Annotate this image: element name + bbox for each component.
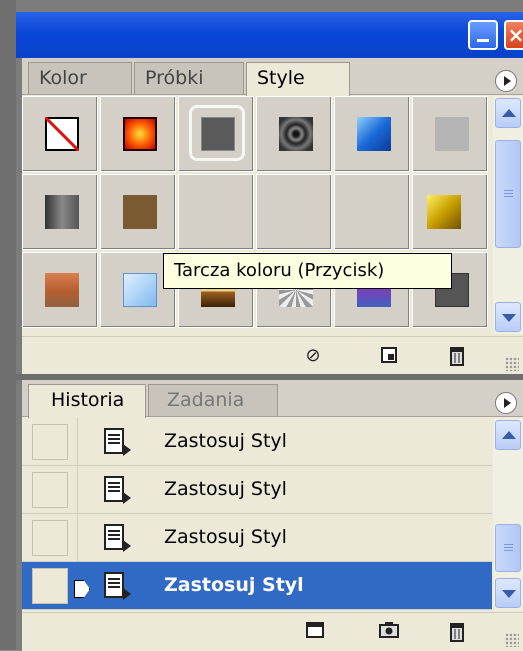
resize-grip[interactable] (505, 357, 519, 371)
tab-label: Zadania (167, 389, 245, 411)
new-style-icon[interactable] (378, 345, 400, 367)
styles-scroll-down-button[interactable] (495, 302, 521, 332)
history-item[interactable]: Zastosuj Styl (22, 514, 492, 562)
tab-kolor[interactable]: Kolor (28, 62, 132, 94)
row-divider (77, 418, 78, 466)
row-divider (77, 466, 78, 514)
no-style-icon (45, 117, 79, 151)
light-blue-icon (123, 273, 157, 307)
light-gray-icon (435, 117, 469, 151)
history-scroll-up-button[interactable] (495, 420, 521, 450)
styles-toolbar: ⊘ (22, 336, 523, 375)
trash-icon[interactable] (446, 345, 468, 367)
style-swatch-red-glow[interactable] (100, 96, 176, 172)
sunset-icon (45, 273, 79, 307)
history-state-pointer-icon[interactable] (74, 580, 90, 598)
style-swatch-light-gray[interactable] (412, 96, 488, 172)
history-scroll-down-button[interactable] (495, 578, 521, 608)
snapshot-source-box[interactable] (32, 472, 68, 508)
trash-icon[interactable] (446, 621, 468, 643)
history-state-icon (104, 572, 131, 600)
blue-glass-icon (357, 117, 391, 151)
history-palette: Historia Zadania Zastosuj Styl Zastosuj … (22, 380, 523, 651)
history-menu-button[interactable] (495, 392, 517, 414)
snapshot-source-box[interactable] (32, 568, 68, 604)
close-button[interactable]: × (504, 20, 523, 50)
styles-palette: Kolor Próbki Style ⊘ Tarcza koloru (Przy… (22, 58, 523, 375)
palette-menu-button[interactable] (495, 70, 517, 92)
styles-scroll-thumb[interactable] (495, 140, 521, 248)
row-divider (77, 514, 78, 562)
history-state-icon (104, 428, 131, 456)
gray-gradient-icon (45, 195, 79, 229)
resize-grip[interactable] (505, 633, 519, 647)
history-item[interactable]: Zastosuj Styl (22, 418, 492, 466)
red-glow-icon (123, 117, 157, 151)
palette-titlebar[interactable]: × (16, 12, 523, 58)
tab-zadania[interactable]: Zadania (148, 384, 278, 416)
history-state-icon (104, 524, 131, 552)
history-item-label: Zastosuj Styl (164, 574, 304, 596)
history-tabbar: Historia Zadania (22, 380, 523, 418)
left-edge (0, 0, 16, 650)
tab-label: Historia (51, 389, 125, 411)
tab-historia[interactable]: Historia (28, 384, 146, 418)
dark-ring-icon (279, 117, 313, 151)
style-swatch-blue-glass[interactable] (334, 96, 410, 172)
tab-label: Kolor (39, 67, 87, 89)
brown-icon (123, 195, 157, 229)
minimize-button[interactable] (468, 20, 498, 50)
styles-scrollbar[interactable] (493, 96, 523, 334)
gold-icon (427, 195, 461, 229)
style-swatch-sunset[interactable] (22, 252, 98, 328)
style-swatch-brown[interactable] (100, 174, 176, 250)
tab-probki[interactable]: Próbki (134, 62, 244, 94)
style-swatch-gold[interactable] (412, 174, 488, 250)
history-toolbar (22, 612, 523, 651)
styles-scroll-up-button[interactable] (495, 98, 521, 128)
style-swatch-dark-ring[interactable] (256, 96, 332, 172)
tab-style[interactable]: Style (246, 62, 350, 96)
history-state-icon (104, 476, 131, 504)
history-item-label: Zastosuj Styl (164, 526, 287, 548)
gray-inset-icon (201, 117, 235, 151)
tab-label: Próbki (145, 67, 204, 89)
history-item-selected[interactable]: Zastosuj Styl (22, 562, 492, 610)
history-item-label: Zastosuj Styl (164, 430, 287, 452)
snapshot-source-box[interactable] (32, 424, 68, 460)
new-document-icon[interactable] (304, 621, 326, 643)
style-swatch-none[interactable] (22, 96, 98, 172)
style-swatch-gray-gradient[interactable] (22, 174, 98, 250)
history-item[interactable]: Zastosuj Styl (22, 466, 492, 514)
style-swatch-hidden-c[interactable] (334, 174, 410, 250)
clear-style-icon[interactable]: ⊘ (302, 345, 324, 367)
tooltip: Tarcza koloru (Przycisk) (163, 253, 452, 289)
camera-icon[interactable] (378, 621, 400, 643)
history-scrollbar[interactable] (493, 418, 523, 610)
style-swatch-gray-inset[interactable] (178, 96, 254, 172)
history-scroll-thumb[interactable] (495, 524, 521, 572)
styles-grid (22, 96, 492, 334)
history-list: Zastosuj Styl Zastosuj Styl Zastosuj Sty… (22, 418, 492, 610)
style-swatch-hidden-b[interactable] (256, 174, 332, 250)
tab-label: Style (257, 67, 305, 89)
snapshot-source-box[interactable] (32, 520, 68, 556)
styles-tabbar: Kolor Próbki Style (22, 58, 523, 96)
style-swatch-hidden-a[interactable] (178, 174, 254, 250)
history-item-label: Zastosuj Styl (164, 478, 287, 500)
